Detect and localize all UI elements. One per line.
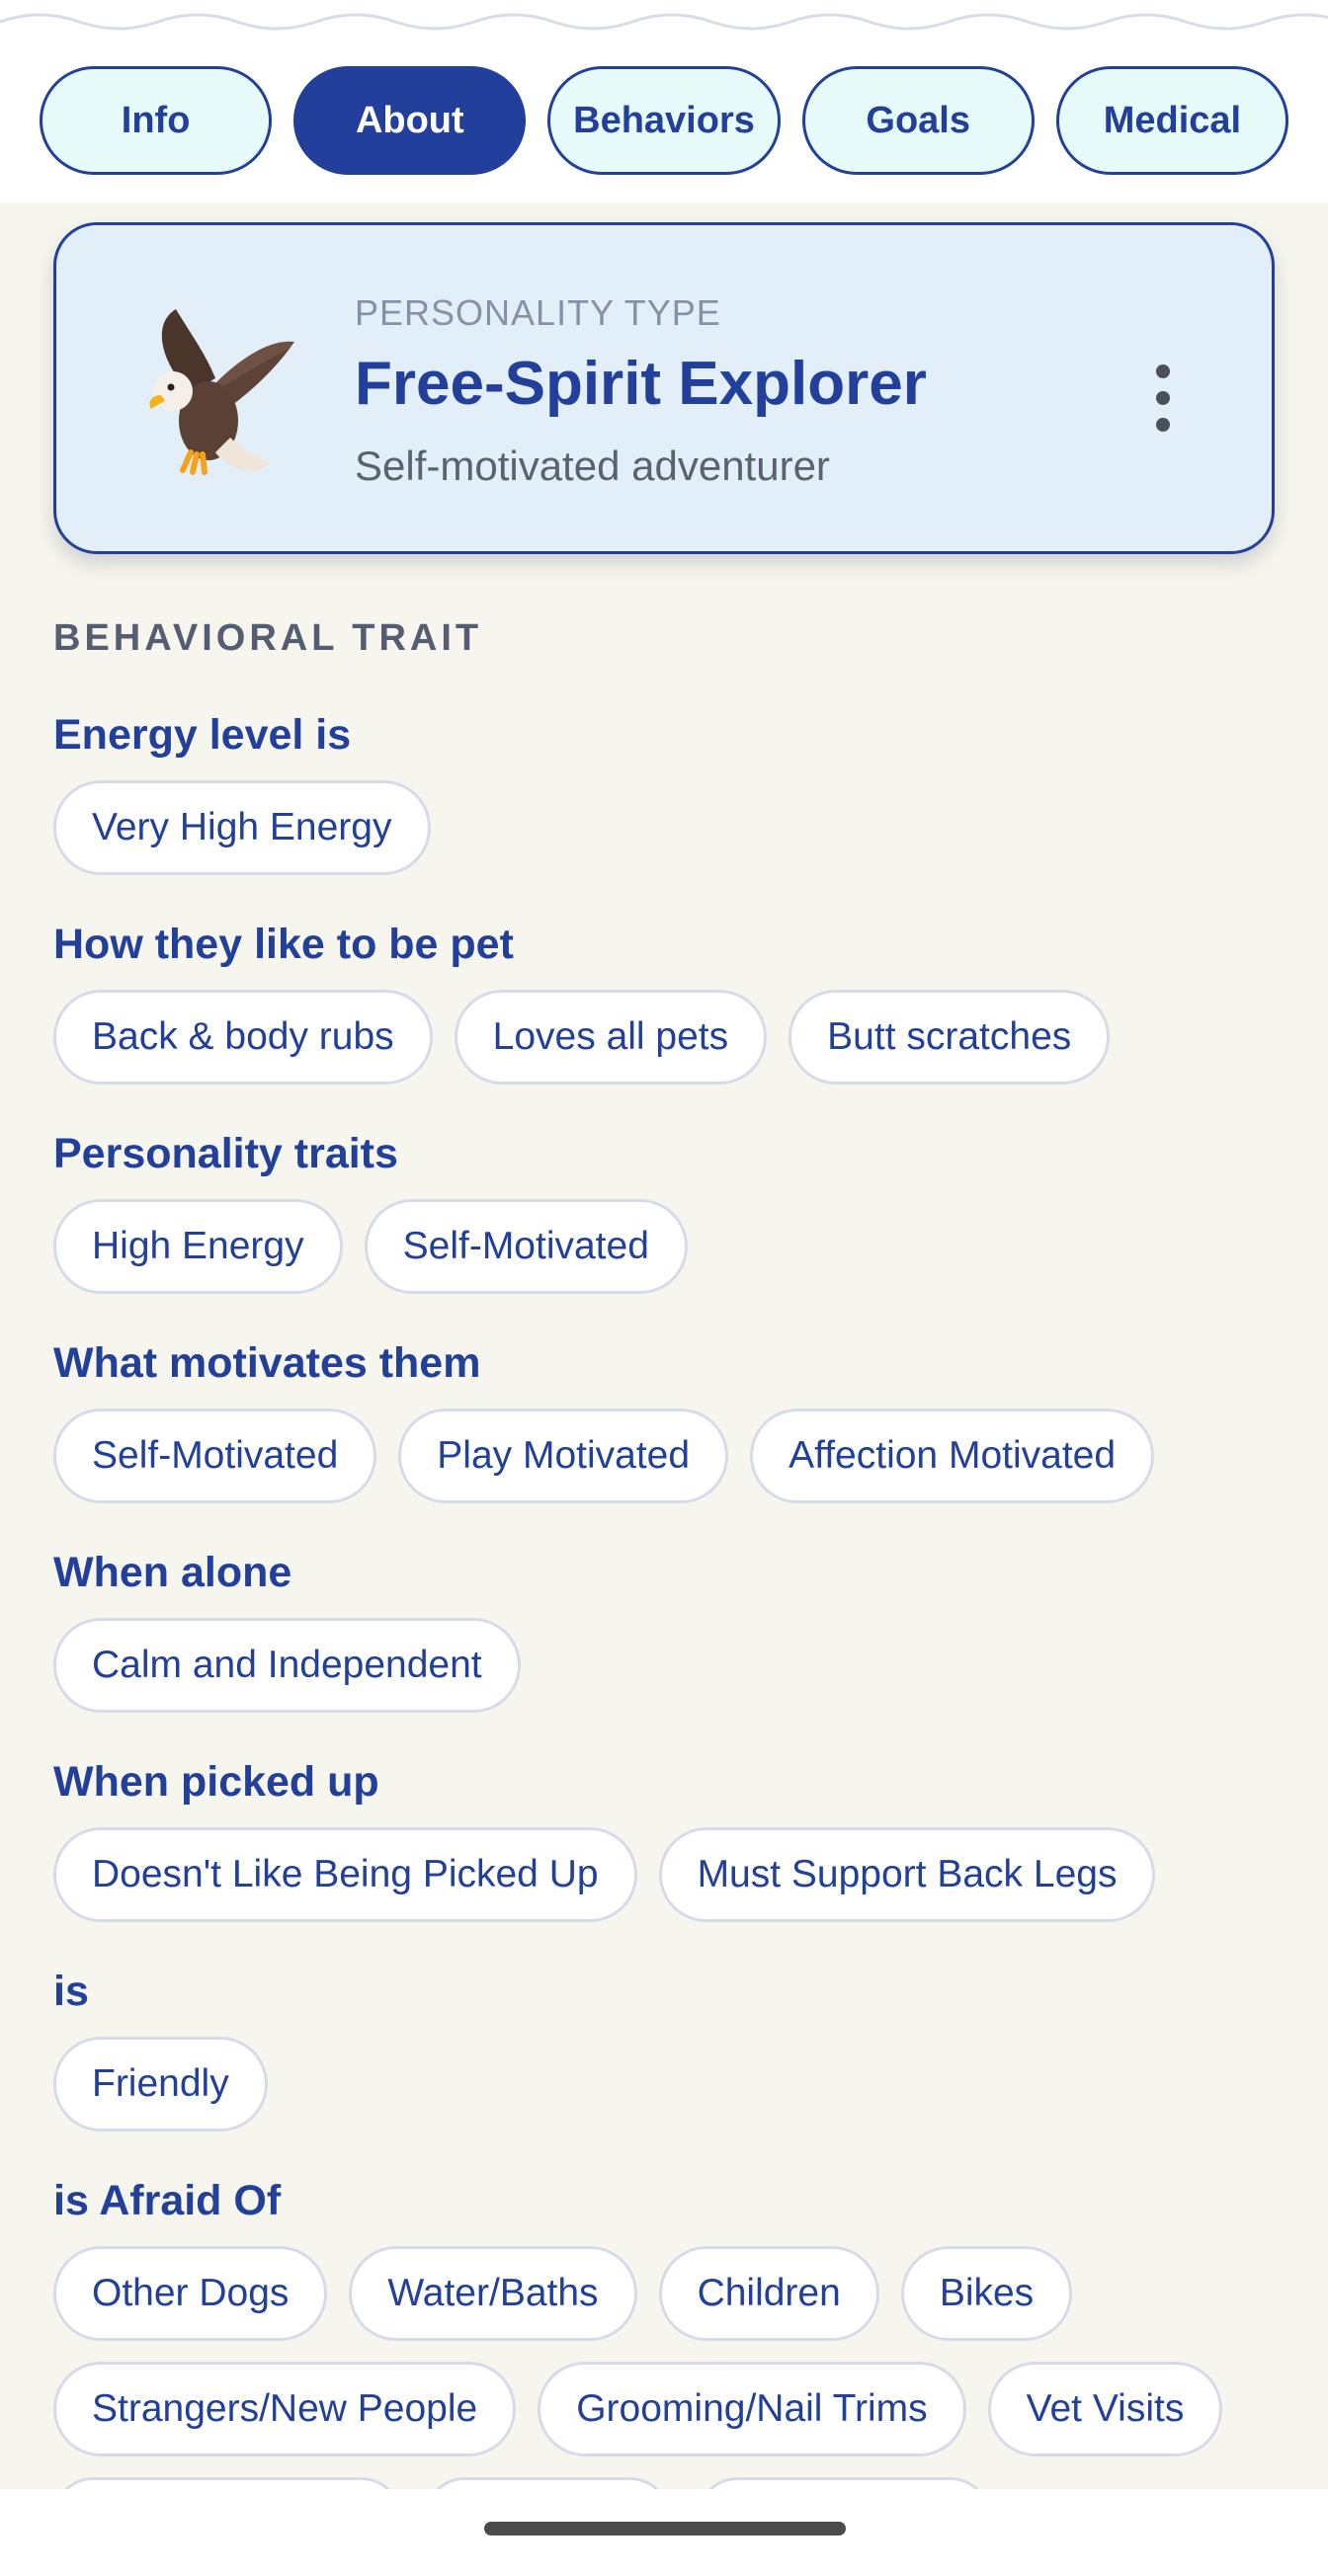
- tab-behaviors[interactable]: Behaviors: [547, 66, 781, 175]
- chip-row: Other Dogs Water/Baths Children Bikes: [53, 2246, 1073, 2341]
- group-heading: When picked up: [53, 1758, 379, 1806]
- chip-row: Friendly: [53, 2037, 268, 2132]
- chip[interactable]: Grooming/Nail Trims: [538, 2362, 966, 2456]
- chip[interactable]: Other Dogs: [53, 2246, 328, 2341]
- eagle-icon: [149, 309, 294, 475]
- personality-subtitle: Self-motivated adventurer: [355, 443, 830, 489]
- chip[interactable]: Play Motivated: [398, 1409, 729, 1503]
- chip[interactable]: Children: [658, 2246, 879, 2341]
- chip[interactable]: Friendly: [53, 2037, 268, 2132]
- chip[interactable]: Back & body rubs: [53, 990, 433, 1085]
- group-heading: Personality traits: [53, 1130, 398, 1177]
- top-bar: Info About Behaviors Goals Medical: [0, 0, 1328, 202]
- chip[interactable]: Must Support Back Legs: [658, 1827, 1156, 1922]
- chip[interactable]: Calm and Independent: [53, 1618, 521, 1713]
- chip[interactable]: Loves all pets: [454, 990, 768, 1085]
- chip[interactable]: Affection Motivated: [750, 1409, 1155, 1503]
- chip-row: Self-Motivated Play Motivated Affection …: [53, 1409, 1155, 1503]
- group-heading: When alone: [53, 1549, 292, 1596]
- chip[interactable]: Very High Energy: [53, 780, 431, 875]
- chip-row: Very High Energy: [53, 780, 431, 875]
- tab-info[interactable]: Info: [40, 66, 273, 175]
- group-heading: What motivates them: [53, 1339, 481, 1387]
- chip[interactable]: Water/Baths: [349, 2246, 637, 2341]
- group-heading: How they like to be pet: [53, 921, 514, 968]
- home-indicator[interactable]: [484, 2522, 846, 2536]
- group-heading: Energy level is: [53, 711, 352, 759]
- group-heading: is Afraid Of: [53, 2177, 282, 2224]
- personality-card[interactable]: PERSONALITY TYPE Free-Spirit Explorer Se…: [53, 222, 1275, 554]
- chip[interactable]: Bikes: [900, 2246, 1073, 2341]
- tab-goals[interactable]: Goals: [801, 66, 1035, 175]
- wavy-divider: [0, 13, 1328, 31]
- chip-row: Strangers/New People Grooming/Nail Trims…: [53, 2362, 1223, 2456]
- chip[interactable]: Doesn't Like Being Picked Up: [53, 1827, 637, 1922]
- chip-row: High Energy Self-Motivated: [53, 1199, 688, 1294]
- chip-row: Doesn't Like Being Picked Up Must Suppor…: [53, 1827, 1156, 1922]
- chip[interactable]: Strangers/New People: [53, 2362, 517, 2456]
- chip[interactable]: Butt scratches: [788, 990, 1111, 1085]
- chip-row: Back & body rubs Loves all pets Butt scr…: [53, 990, 1111, 1085]
- chip-row: Calm and Independent: [53, 1618, 521, 1713]
- tab-medical[interactable]: Medical: [1055, 66, 1289, 175]
- tab-about[interactable]: About: [293, 66, 527, 175]
- more-options-icon[interactable]: [1133, 359, 1193, 438]
- group-heading: is: [53, 1968, 89, 2015]
- chip[interactable]: High Energy: [53, 1199, 343, 1294]
- chip[interactable]: Vet Visits: [987, 2362, 1223, 2456]
- tab-bar: Info About Behaviors Goals Medical: [40, 66, 1289, 175]
- personality-title: Free-Spirit Explorer: [355, 350, 927, 418]
- chip[interactable]: Self-Motivated: [364, 1199, 688, 1294]
- personality-kicker: PERSONALITY TYPE: [355, 292, 721, 333]
- section-label: BEHAVIORAL TRAIT: [53, 617, 483, 659]
- chip[interactable]: Self-Motivated: [53, 1409, 377, 1503]
